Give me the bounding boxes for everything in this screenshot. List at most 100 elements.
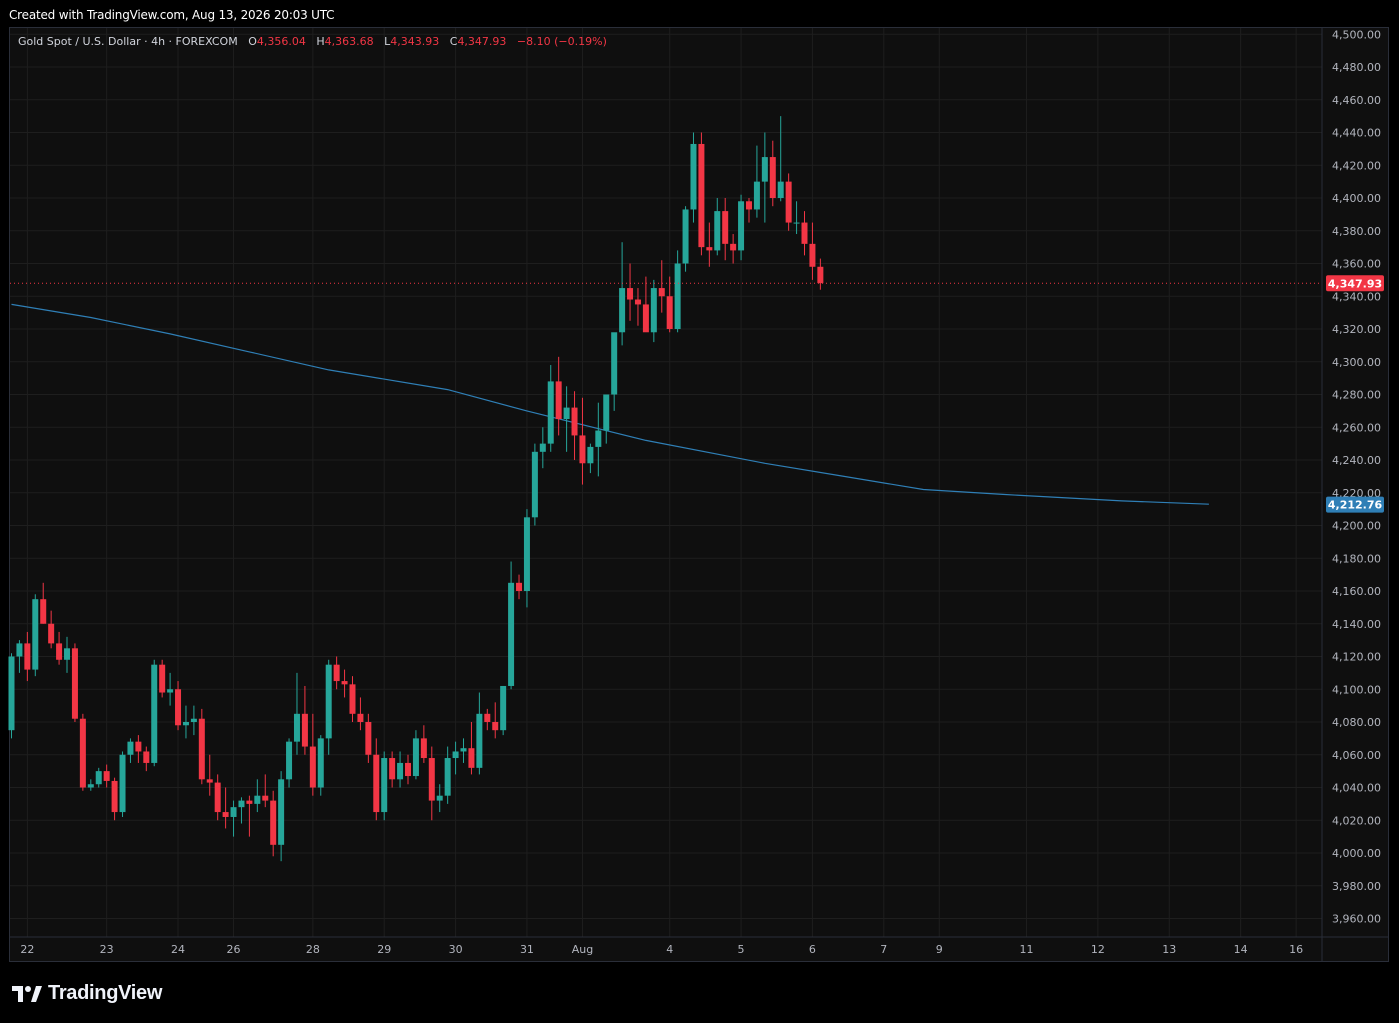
candle-body[interactable] (238, 800, 245, 808)
candle-body[interactable] (634, 299, 641, 305)
candle-body[interactable] (230, 807, 237, 817)
candle-body[interactable] (357, 713, 364, 722)
candle-body[interactable] (587, 446, 594, 464)
candle-body[interactable] (278, 779, 285, 845)
candle-body[interactable] (32, 599, 39, 670)
candle-body[interactable] (761, 157, 768, 182)
candle-body[interactable] (444, 758, 451, 796)
candle-body[interactable] (603, 394, 610, 431)
candle-body[interactable] (405, 762, 411, 777)
candle-body[interactable] (619, 288, 626, 333)
candle-body[interactable] (349, 684, 356, 714)
candle-body[interactable] (56, 643, 63, 660)
candle-body[interactable] (341, 681, 348, 685)
candle-body[interactable] (286, 741, 293, 780)
candle-body[interactable] (317, 738, 324, 788)
candle-body[interactable] (270, 800, 277, 845)
candle-body[interactable] (420, 738, 427, 759)
candle-body[interactable] (801, 222, 808, 244)
candle-body[interactable] (571, 407, 578, 436)
candle-body[interactable] (738, 201, 745, 251)
candle-body[interactable] (745, 201, 752, 210)
candle-body[interactable] (151, 664, 158, 763)
candle-body[interactable] (111, 780, 118, 813)
candle-body[interactable] (547, 381, 554, 444)
candle-body[interactable] (87, 784, 94, 788)
candle-body[interactable] (373, 754, 380, 813)
candle-body[interactable] (777, 181, 784, 198)
candle-body[interactable] (175, 689, 182, 726)
candle-body[interactable] (484, 713, 491, 722)
candle-body[interactable] (381, 758, 388, 813)
candle-body[interactable] (706, 247, 713, 251)
candle-body[interactable] (650, 288, 657, 333)
candle-body[interactable] (254, 795, 261, 804)
candle-body[interactable] (8, 656, 15, 731)
candle-body[interactable] (698, 143, 705, 248)
candle-body[interactable] (531, 451, 538, 518)
candle-body[interactable] (563, 407, 570, 420)
candle-body[interactable] (214, 782, 221, 813)
candle-body[interactable] (769, 157, 776, 198)
candle-body[interactable] (71, 648, 78, 719)
candle-body[interactable] (611, 332, 618, 395)
candle-body[interactable] (666, 296, 673, 329)
candle-body[interactable] (293, 713, 300, 742)
candle-body[interactable] (135, 741, 142, 752)
candle-body[interactable] (690, 143, 697, 210)
candle-body[interactable] (64, 648, 71, 660)
candle-body[interactable] (714, 211, 721, 251)
candle-body[interactable] (468, 748, 475, 768)
candle-body[interactable] (817, 266, 824, 284)
candle-body[interactable] (48, 623, 55, 644)
candle-body[interactable] (16, 643, 23, 657)
candle-body[interactable] (333, 664, 340, 682)
brand-logo[interactable]: TradingView (12, 982, 162, 1005)
candle-body[interactable] (24, 643, 31, 670)
chart-canvas[interactable]: 3,960.00 3,980.00 4,000.00 4,020.00 4,040.00… (0, 0, 1399, 1023)
candle-body[interactable] (508, 582, 515, 686)
candle-body[interactable] (516, 582, 523, 591)
candle-body[interactable] (262, 795, 269, 801)
candle-body[interactable] (753, 181, 760, 210)
candle-body[interactable] (190, 718, 197, 722)
candle-body[interactable] (793, 222, 800, 224)
candle-body[interactable] (452, 751, 459, 759)
candle-body[interactable] (309, 746, 316, 788)
candle-body[interactable] (642, 304, 649, 333)
candle-body[interactable] (389, 758, 396, 780)
candle-body[interactable] (460, 748, 467, 752)
candle-body[interactable] (206, 779, 213, 783)
candle-body[interactable] (182, 722, 189, 726)
candle-body[interactable] (127, 741, 134, 755)
candle-body[interactable] (658, 288, 665, 297)
candle-body[interactable] (595, 430, 602, 447)
candle-body[interactable] (476, 713, 483, 768)
candle-body[interactable] (159, 664, 166, 693)
candle-body[interactable] (523, 517, 530, 591)
candle-body[interactable] (198, 718, 205, 780)
candle-body[interactable] (579, 435, 586, 464)
candle-body[interactable] (492, 722, 499, 731)
candle-body[interactable] (730, 243, 737, 251)
candle-body[interactable] (119, 754, 126, 813)
candle-body[interactable] (682, 209, 689, 264)
candle-body[interactable] (674, 263, 681, 330)
candle-body[interactable] (555, 381, 562, 420)
candle-body[interactable] (436, 795, 443, 801)
candle-body[interactable] (785, 181, 792, 223)
candle-body[interactable] (222, 812, 229, 817)
candle-body[interactable] (95, 771, 102, 785)
candle-body[interactable] (325, 664, 332, 739)
candle-body[interactable] (428, 758, 435, 801)
candle-body[interactable] (246, 800, 253, 804)
candle-body[interactable] (40, 599, 47, 624)
candle-body[interactable] (79, 718, 86, 788)
candle-body[interactable] (539, 443, 546, 452)
candle-body[interactable] (809, 243, 816, 267)
candle-body[interactable] (722, 211, 729, 244)
candle-body[interactable] (167, 689, 174, 693)
candle-body[interactable] (500, 685, 507, 731)
candle-body[interactable] (397, 762, 404, 780)
candle-body[interactable] (412, 738, 419, 777)
